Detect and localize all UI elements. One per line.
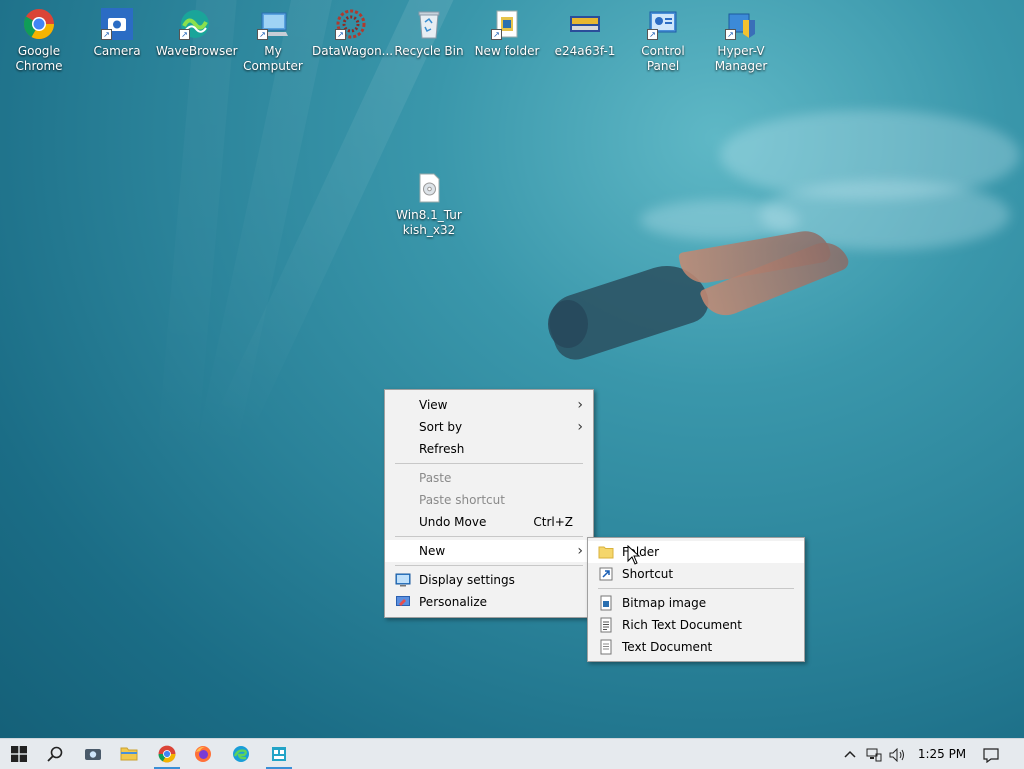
hyperv-icon: ↗	[725, 8, 757, 40]
search-button[interactable]	[36, 739, 74, 769]
desktop-icon-label: Camera	[93, 44, 141, 58]
desktop-icon-label: DataWagon...	[312, 44, 394, 58]
desktop-icon-label: Recycle Bin	[394, 44, 464, 58]
bitmap-image-icon	[598, 595, 614, 611]
desktop-icon-label: WaveBrowser	[156, 44, 238, 58]
menu-item-view[interactable]: View ›	[385, 394, 593, 416]
taskbar-camera-button[interactable]	[74, 739, 112, 769]
menu-item-paste-shortcut[interactable]: Paste shortcut	[385, 489, 593, 511]
desktop-icon-e24a63f[interactable]: e24a63f-1	[546, 2, 624, 59]
notification-icon	[983, 747, 999, 763]
disc-image-icon	[413, 172, 445, 204]
file-explorer-icon	[120, 747, 138, 761]
rich-text-document-icon	[598, 617, 614, 633]
desktop-icon-win81-iso[interactable]: Win8.1_Turkish_x32	[390, 166, 468, 238]
submenu-item-rich-text[interactable]: Rich Text Document	[588, 614, 804, 636]
shortcut-icon	[598, 566, 614, 582]
shortcut-arrow-icon: ↗	[647, 29, 658, 40]
recycle-bin-icon	[413, 8, 445, 40]
desktop-icon-wavebrowser[interactable]: ↗ WaveBrowser	[156, 2, 238, 59]
text-document-icon	[598, 639, 614, 655]
search-icon	[47, 746, 63, 762]
folder-icon: ↗	[491, 8, 523, 40]
desktop-icon-google-chrome[interactable]: Google Chrome	[0, 2, 78, 74]
volume-button[interactable]	[887, 739, 909, 769]
edge-icon	[233, 746, 249, 762]
shortcut-arrow-icon: ↗	[101, 29, 112, 40]
desktop-icon-label: e24a63f-1	[554, 44, 616, 58]
desktop-icon-hyperv-manager[interactable]: ↗ Hyper-V Manager	[702, 2, 780, 74]
submenu-item-bitmap[interactable]: Bitmap image	[588, 592, 804, 614]
shortcut-arrow-icon: ↗	[179, 29, 190, 40]
folder-icon	[598, 544, 614, 560]
desktop-icon-recycle-bin[interactable]: Recycle Bin	[390, 2, 468, 59]
wavebrowser-icon: ↗	[179, 8, 211, 40]
camera-icon	[85, 749, 101, 760]
camera-icon: ↗	[101, 8, 133, 40]
desktop-icon-label: My Computer	[243, 44, 303, 73]
shortcut-arrow-icon: ↗	[257, 29, 268, 40]
chevron-right-icon: ›	[577, 397, 583, 413]
start-button[interactable]	[0, 739, 38, 769]
taskbar-firefox-button[interactable]	[184, 739, 222, 769]
menu-item-sort-by[interactable]: Sort by ›	[385, 416, 593, 438]
windows-logo-icon	[11, 746, 27, 762]
desktop-icon-control-panel[interactable]: ↗ Control Panel	[624, 2, 702, 74]
speaker-icon	[889, 747, 904, 762]
submenu-item-folder[interactable]: Folder	[588, 541, 804, 563]
taskbar-app-button[interactable]	[260, 739, 298, 769]
menu-item-new[interactable]: New ›	[385, 540, 593, 562]
desktop-icon-datawagon[interactable]: ↗ DataWagon...	[312, 2, 394, 59]
personalize-icon	[395, 594, 411, 610]
shortcut-arrow-icon: ↗	[491, 29, 502, 40]
menu-item-display-settings[interactable]: Display settings	[385, 569, 593, 591]
menu-separator	[395, 565, 583, 566]
chevron-up-icon	[844, 750, 856, 758]
taskbar-chrome-button[interactable]	[148, 739, 186, 769]
desktop-icon-label: Win8.1_Turkish_x32	[396, 208, 462, 237]
new-submenu: Folder Shortcut Bitmap image Rich Text D…	[587, 537, 805, 662]
image-file-icon	[569, 8, 601, 40]
shortcut-arrow-icon: ↗	[335, 29, 346, 40]
menu-item-paste[interactable]: Paste	[385, 467, 593, 489]
menu-item-refresh[interactable]: Refresh	[385, 438, 593, 460]
menu-separator	[395, 463, 583, 464]
desktop-context-menu: View › Sort by › Refresh Paste Paste sho…	[384, 389, 594, 618]
clock-time[interactable]: 1:25 PM	[914, 739, 970, 769]
shortcut-arrow-icon: ↗	[725, 29, 736, 40]
firefox-icon	[195, 746, 211, 762]
show-hidden-icons-button[interactable]	[840, 739, 860, 769]
action-center-button[interactable]	[978, 739, 1004, 769]
computer-icon: ↗	[257, 8, 289, 40]
chrome-icon	[23, 8, 55, 40]
desktop-icon-my-computer[interactable]: ↗ My Computer	[234, 2, 312, 74]
desktop-icon-label: Hyper-V Manager	[714, 44, 768, 73]
submenu-item-text-document[interactable]: Text Document	[588, 636, 804, 658]
menu-item-undo-move[interactable]: Undo Move Ctrl+Z	[385, 511, 593, 533]
desktop-icon-new-folder[interactable]: ↗ New folder	[468, 2, 546, 59]
taskbar-edge-button[interactable]	[222, 739, 260, 769]
desktop-icon-label: Google Chrome	[15, 44, 63, 73]
submenu-item-shortcut[interactable]: Shortcut	[588, 563, 804, 585]
network-status-button[interactable]	[864, 739, 884, 769]
chrome-icon	[158, 745, 176, 763]
display-settings-icon	[395, 572, 411, 588]
datawagon-icon: ↗	[335, 8, 367, 40]
shortcut-key-label: Ctrl+Z	[533, 515, 573, 529]
mouse-cursor-icon	[627, 544, 641, 569]
desktop-icon-label: Control Panel	[641, 44, 685, 73]
network-icon	[866, 748, 882, 761]
menu-separator	[598, 588, 794, 589]
chevron-right-icon: ›	[577, 543, 583, 559]
app-window-icon	[272, 747, 286, 761]
taskbar-file-explorer-button[interactable]	[110, 739, 148, 769]
desktop-icon-camera[interactable]: ↗ Camera	[78, 2, 156, 59]
menu-item-personalize[interactable]: Personalize	[385, 591, 593, 613]
control-panel-icon: ↗	[647, 8, 679, 40]
chevron-right-icon: ›	[577, 419, 583, 435]
menu-separator	[395, 536, 583, 537]
taskbar: 1:25 PM	[0, 738, 1024, 769]
desktop-icon-label: New folder	[474, 44, 540, 58]
